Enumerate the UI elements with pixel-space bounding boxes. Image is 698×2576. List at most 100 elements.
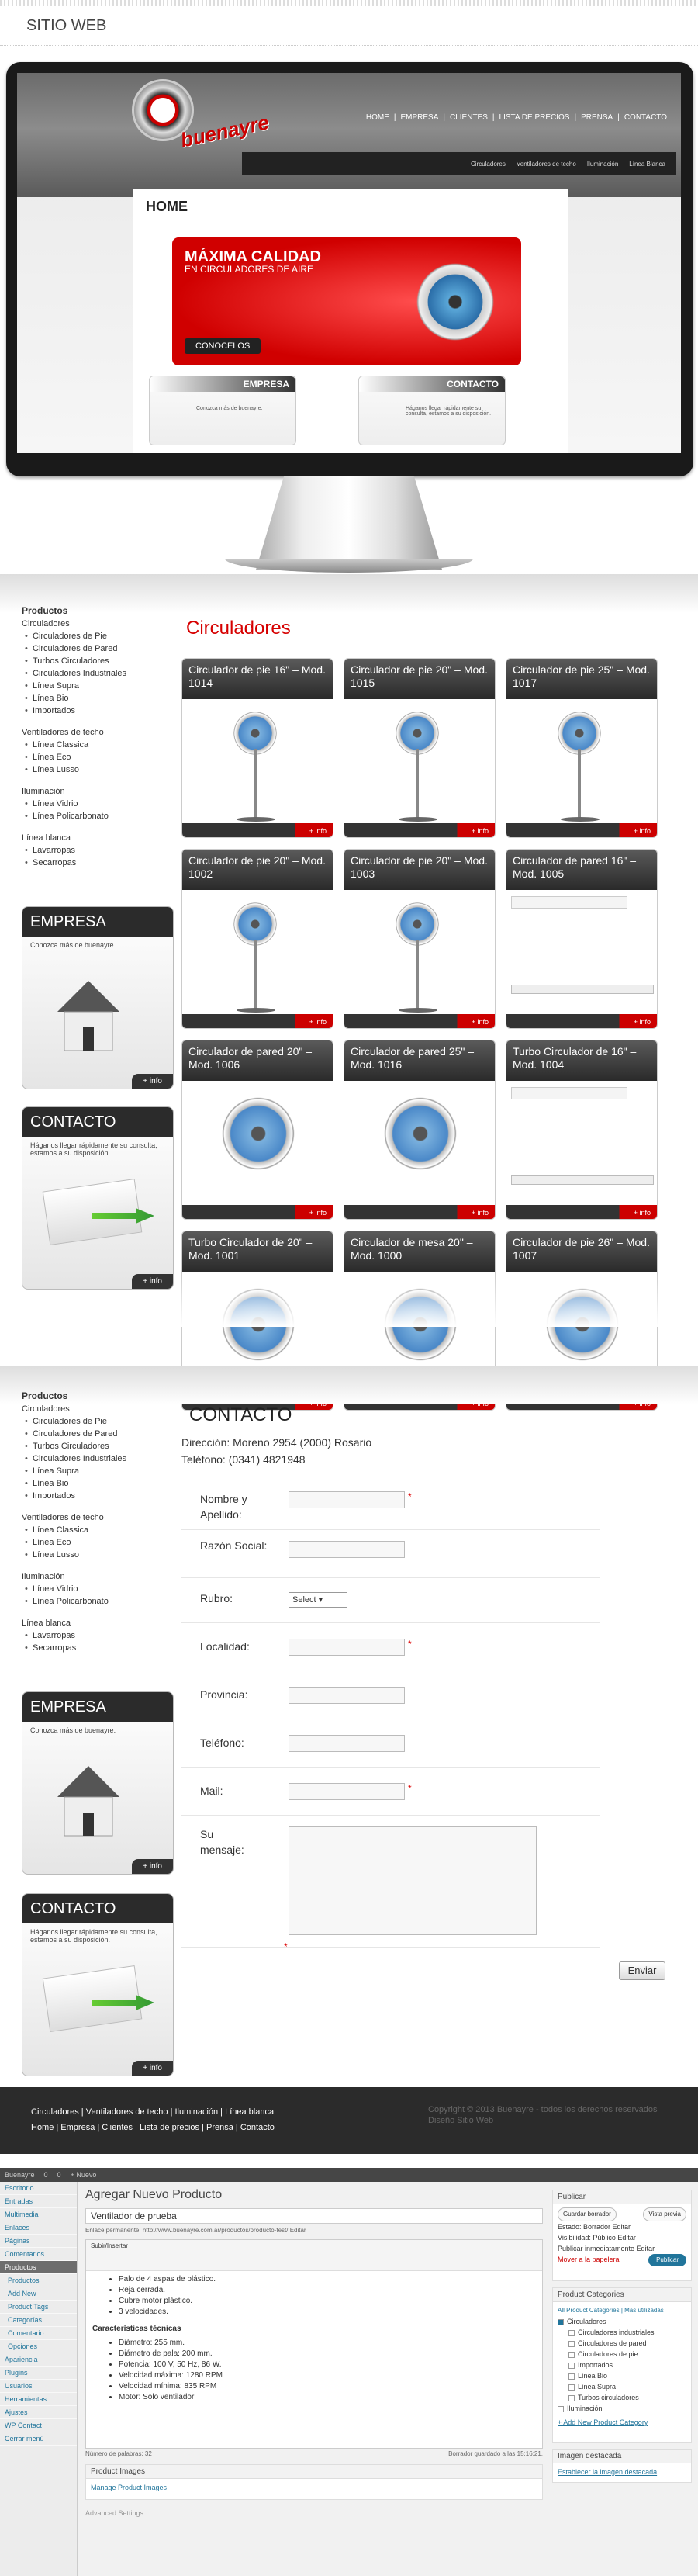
sidebar-item[interactable]: Circuladores Industriales: [22, 1452, 177, 1465]
conocelos-button[interactable]: CONOCELOS: [185, 338, 261, 354]
wp-menu-item[interactable]: Comentario: [0, 2327, 77, 2340]
sidebar-item[interactable]: Circuladores: [22, 618, 177, 630]
sidebar-item[interactable]: Secarropas: [22, 857, 177, 869]
publish-button[interactable]: Publicar: [648, 2254, 686, 2266]
sidebar-item[interactable]: Ventiladores de techo: [22, 726, 177, 739]
wp-menu-item[interactable]: Usuarios: [0, 2380, 77, 2393]
sidebar-item[interactable]: Línea blanca: [22, 1617, 177, 1629]
sidebar-item[interactable]: Lavarropas: [22, 844, 177, 857]
sidebar-item[interactable]: Circuladores de Pie: [22, 1415, 177, 1428]
wp-menu-item[interactable]: WP Contact: [0, 2419, 77, 2432]
sidebar-item[interactable]: Línea Classica: [22, 739, 177, 751]
provincia-input[interactable]: [289, 1687, 405, 1704]
wp-menu-item[interactable]: Add New: [0, 2287, 77, 2301]
empresa-info-button[interactable]: + info: [132, 1859, 173, 1874]
nav-precios[interactable]: LISTA DE PRECIOS: [499, 113, 570, 122]
wp-menu-item[interactable]: Plugins: [0, 2367, 77, 2380]
product-card[interactable]: Circulador de pie 20" – Mod. 1003 + info: [344, 849, 496, 1029]
category-checkbox[interactable]: Importados: [558, 2360, 686, 2370]
sidebar-item[interactable]: Ventiladores de techo: [22, 1511, 177, 1524]
sidebar-item[interactable]: Línea Vidrio: [22, 1583, 177, 1595]
empresa-info-button[interactable]: + info: [132, 1074, 173, 1089]
sidebar-item[interactable]: Línea Policarbonato: [22, 1595, 177, 1608]
nav-home[interactable]: HOME: [366, 113, 389, 122]
contacto-info-button[interactable]: + info: [132, 1274, 173, 1289]
category-checkbox[interactable]: Circuladores industriales: [558, 2327, 686, 2338]
wp-menu-item[interactable]: Páginas: [0, 2235, 77, 2248]
telefono-input[interactable]: [289, 1735, 405, 1752]
wp-site-name[interactable]: Buenayre: [5, 2171, 35, 2179]
wp-menu-item[interactable]: Cerrar menú: [0, 2432, 77, 2446]
nav-contacto[interactable]: CONTACTO: [624, 113, 667, 122]
subnav-circuladores[interactable]: Circuladores: [471, 161, 506, 168]
footer-page-links[interactable]: Home | Empresa | Clientes | Lista de pre…: [31, 2120, 275, 2135]
manage-images-link[interactable]: Manage Product Images: [91, 2484, 167, 2491]
sidebar-item[interactable]: Turbos Circuladores: [22, 1440, 177, 1452]
sidebar-item[interactable]: Iluminación: [22, 1570, 177, 1583]
category-checkbox[interactable]: Circuladores de pie: [558, 2349, 686, 2360]
nav-empresa[interactable]: EMPRESA: [400, 113, 438, 122]
wp-upload-insert[interactable]: Subir/Insertar: [86, 2240, 542, 2252]
more-info-button[interactable]: + info: [634, 827, 651, 835]
sidebar-item[interactable]: Circuladores de Pared: [22, 1428, 177, 1440]
product-card[interactable]: Circulador de pared 25" – Mod. 1016 + inf…: [344, 1040, 496, 1220]
sidebar-item[interactable]: Circuladores de Pared: [22, 642, 177, 655]
wp-new[interactable]: + Nuevo: [71, 2171, 97, 2179]
more-info-button[interactable]: + info: [634, 1018, 651, 1026]
scrollbar[interactable]: [511, 985, 654, 994]
sidebar-item[interactable]: Línea Bio: [22, 1477, 177, 1490]
wp-menu-item[interactable]: Comentarios: [0, 2248, 77, 2261]
wp-menu-item[interactable]: Opciones: [0, 2340, 77, 2353]
save-draft-button[interactable]: Guardar borrador: [558, 2207, 617, 2221]
sidebar-item[interactable]: Línea Lusso: [22, 763, 177, 776]
category-checkbox[interactable]: Línea Supra: [558, 2381, 686, 2392]
enviar-button[interactable]: Enviar: [619, 1961, 665, 1980]
empresa-promo[interactable]: EMPRESA Conozca más de buenayre. + info: [22, 1691, 174, 1875]
product-card[interactable]: Circulador de pie 20" – Mod. 1015 + info: [344, 658, 496, 838]
trash-link[interactable]: Mover a la papelera: [558, 2256, 620, 2263]
more-info-button[interactable]: + info: [472, 1209, 489, 1217]
footer-product-links[interactable]: Circuladores | Ventiladores de techo | I…: [31, 2104, 275, 2120]
wp-menu-item[interactable]: Productos: [0, 2274, 77, 2287]
product-card[interactable]: Circulador de pared 16" – Mod. 1005 + inf…: [506, 849, 658, 1029]
scrollbar[interactable]: [511, 1175, 654, 1185]
wp-menu-item[interactable]: Enlaces: [0, 2221, 77, 2235]
sidebar-item[interactable]: Circuladores Industriales: [22, 667, 177, 680]
nombre-input[interactable]: [289, 1491, 405, 1508]
wp-editor[interactable]: Subir/Insertar Palo de 4 aspas de plásti…: [85, 2239, 543, 2449]
sidebar-item[interactable]: Línea Vidrio: [22, 798, 177, 810]
subnav-blanca[interactable]: Línea Blanca: [629, 161, 665, 168]
sidebar-item[interactable]: Iluminación: [22, 785, 177, 798]
more-info-button[interactable]: + info: [472, 827, 489, 835]
more-info-button[interactable]: + info: [634, 1209, 651, 1217]
empresa-box[interactable]: EMPRESA Conozca más de buenayre.: [149, 376, 296, 445]
sidebar-item[interactable]: Lavarropas: [22, 1629, 177, 1642]
sidebar-item[interactable]: Línea Bio: [22, 692, 177, 705]
contacto-info-button[interactable]: + info: [132, 2061, 173, 2076]
empresa-promo[interactable]: EMPRESA Conozca más de buenayre. + info: [22, 906, 174, 1089]
category-checkbox[interactable]: Circuladores: [558, 2316, 686, 2327]
preview-button[interactable]: Vista previa: [643, 2207, 686, 2221]
sidebar-item[interactable]: Línea Eco: [22, 751, 177, 763]
sidebar-item[interactable]: Línea Lusso: [22, 1549, 177, 1561]
category-checkbox[interactable]: Circuladores de pared: [558, 2338, 686, 2349]
wp-updates[interactable]: 0: [44, 2171, 48, 2179]
sidebar-item[interactable]: Línea Policarbonato: [22, 810, 177, 822]
nav-clientes[interactable]: CLIENTES: [450, 113, 488, 122]
mail-input[interactable]: [289, 1783, 405, 1800]
wp-permalink[interactable]: Enlace permanente: http://www.buenayre.c…: [85, 2227, 306, 2234]
wp-comments[interactable]: 0: [57, 2171, 61, 2179]
nav-prensa[interactable]: PRENSA: [581, 113, 613, 122]
wp-menu-item[interactable]: Apariencia: [0, 2353, 77, 2367]
category-checkbox[interactable]: Turbos circuladores: [558, 2392, 686, 2403]
razon-input[interactable]: [289, 1541, 405, 1558]
sidebar-item[interactable]: Importados: [22, 705, 177, 717]
category-checkbox[interactable]: Línea Bio: [558, 2370, 686, 2381]
sidebar-item[interactable]: Línea Supra: [22, 1465, 177, 1477]
subnav-iluminacion[interactable]: Iluminación: [587, 161, 618, 168]
wp-menu-item[interactable]: Productos: [0, 2261, 77, 2274]
sidebar-item[interactable]: Turbos Circuladores: [22, 655, 177, 667]
subnav-techo[interactable]: Ventiladores de techo: [517, 161, 576, 168]
contacto-promo[interactable]: CONTACTO Háganos llegar rápidamente su c…: [22, 1106, 174, 1290]
wp-menu-item[interactable]: Categorías: [0, 2314, 77, 2327]
